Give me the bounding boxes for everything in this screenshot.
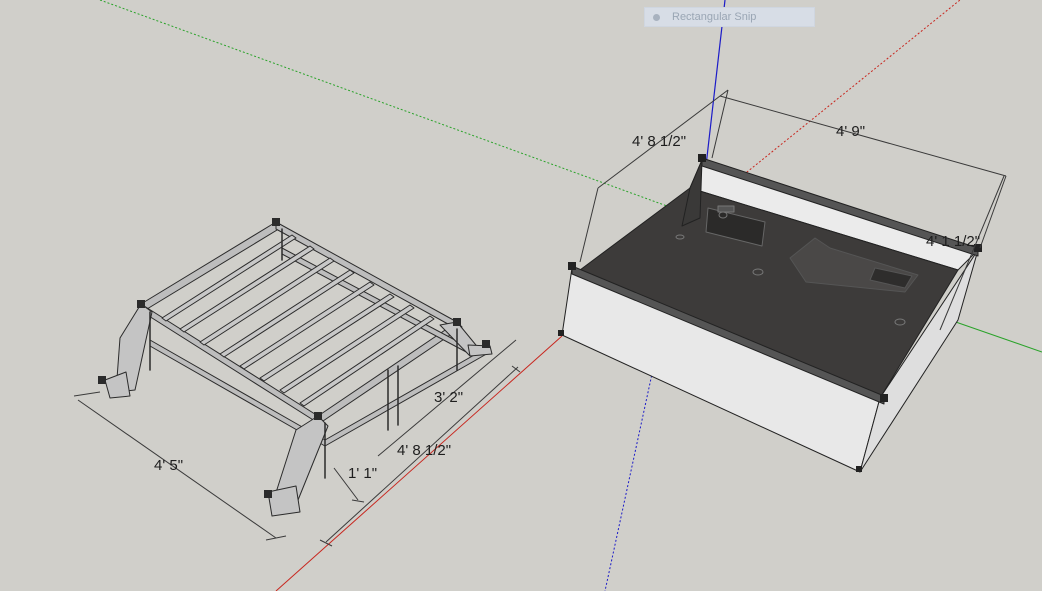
snip-icon: [653, 13, 660, 21]
green-axis-solid: [949, 319, 1042, 353]
dim-label-rack-length: 4' 8 1/2": [397, 442, 451, 459]
dim-label-bed-depth: 4' 1 1/2": [926, 233, 980, 250]
blue-axis-dotted: [604, 359, 656, 591]
dim-label-rack-width: 4' 5": [154, 457, 183, 474]
rectangular-snip-tooltip[interactable]: Rectangular Snip: [644, 7, 815, 27]
truck-bed-model[interactable]: [558, 154, 982, 473]
dim-label-rack-side: 3' 2": [434, 389, 463, 406]
snip-label: Rectangular Snip: [672, 11, 757, 23]
red-axis-solid: [275, 335, 563, 591]
green-axis: [99, 0, 701, 219]
dim-label-rack-leg: 1' 1": [348, 465, 377, 482]
dim-label-bed-length: 4' 9": [836, 123, 865, 140]
modeling-viewport[interactable]: 4' 5" 4' 8 1/2" 3' 2" 1' 1" 4' 8 1/2" 4'…: [0, 0, 1042, 591]
dim-label-bed-height: 4' 8 1/2": [632, 133, 686, 150]
